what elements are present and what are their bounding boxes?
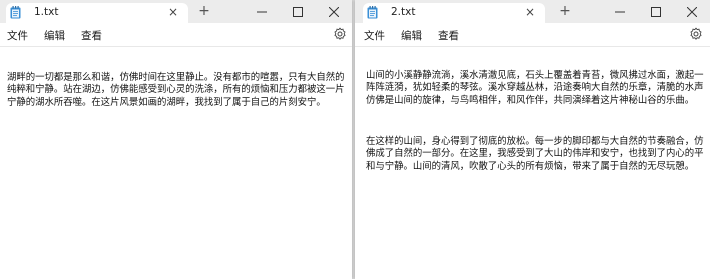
notepad-icon: [367, 6, 378, 19]
menu-edit[interactable]: 编辑: [44, 28, 65, 43]
notepad-window-left: 1.txt × + 文件 编辑 查看 湖畔的一切都是那么和谐，仿佛时间在这里静止…: [0, 0, 352, 279]
close-tab-icon[interactable]: ×: [166, 4, 180, 20]
close-icon: [687, 6, 697, 17]
close-window-button[interactable]: [316, 0, 352, 23]
menu-edit[interactable]: 编辑: [401, 28, 422, 43]
maximize-button[interactable]: [280, 0, 316, 23]
title-bar[interactable]: 2.txt × +: [355, 0, 710, 23]
gear-icon[interactable]: [333, 27, 347, 41]
menu-view[interactable]: 查看: [81, 28, 102, 43]
text-paragraph: 在这样的山间，身心得到了彻底的放松。每一步的脚印都与大自然的节奏融合，仿佛成了自…: [366, 136, 704, 172]
menu-file[interactable]: 文件: [7, 28, 28, 43]
menu-file[interactable]: 文件: [364, 28, 385, 43]
minimize-button[interactable]: [244, 0, 280, 23]
notepad-icon: [10, 6, 21, 19]
menu-view[interactable]: 查看: [438, 28, 459, 43]
maximize-icon: [651, 6, 661, 17]
gear-icon[interactable]: [689, 27, 703, 41]
minimize-button[interactable]: [602, 0, 638, 23]
menu-bar: 文件 编辑 查看: [355, 23, 710, 45]
minimize-icon: [257, 11, 267, 12]
maximize-button[interactable]: [638, 0, 674, 23]
text-paragraph: 湖畔的一切都是那么和谐，仿佛时间在这里静止。没有都市的喧嚣，只有大自然的纯粹和宁…: [7, 72, 345, 108]
tab-1-txt[interactable]: 1.txt ×: [6, 3, 188, 23]
menu-bar: 文件 编辑 查看: [0, 23, 352, 45]
text-editor-area[interactable]: 湖畔的一切都是那么和谐，仿佛时间在这里静止。没有都市的喧嚣，只有大自然的纯粹和宁…: [0, 46, 352, 279]
maximize-icon: [293, 6, 303, 17]
tab-title: 2.txt: [391, 6, 416, 18]
new-tab-button[interactable]: +: [196, 3, 212, 19]
tab-2-txt[interactable]: 2.txt ×: [363, 3, 545, 23]
tab-title: 1.txt: [34, 6, 59, 18]
close-icon: [329, 6, 339, 17]
close-tab-icon[interactable]: ×: [523, 4, 537, 20]
close-window-button[interactable]: [674, 0, 710, 23]
text-editor-area[interactable]: 山间的小溪静静流淌，溪水清澈见底，石头上覆盖着青苔，微风拂过水面，激起一阵阵涟漪…: [355, 46, 710, 279]
notepad-window-right: 2.txt × + 文件 编辑 查看 山间的小溪静静流淌，溪水清澈见底，石头上覆…: [355, 0, 710, 279]
text-paragraph: 山间的小溪静静流淌，溪水清澈见底，石头上覆盖着青苔，微风拂过水面，激起一阵阵涟漪…: [366, 70, 704, 106]
title-bar[interactable]: 1.txt × +: [0, 0, 352, 23]
minimize-icon: [615, 11, 625, 12]
new-tab-button[interactable]: +: [557, 3, 573, 19]
